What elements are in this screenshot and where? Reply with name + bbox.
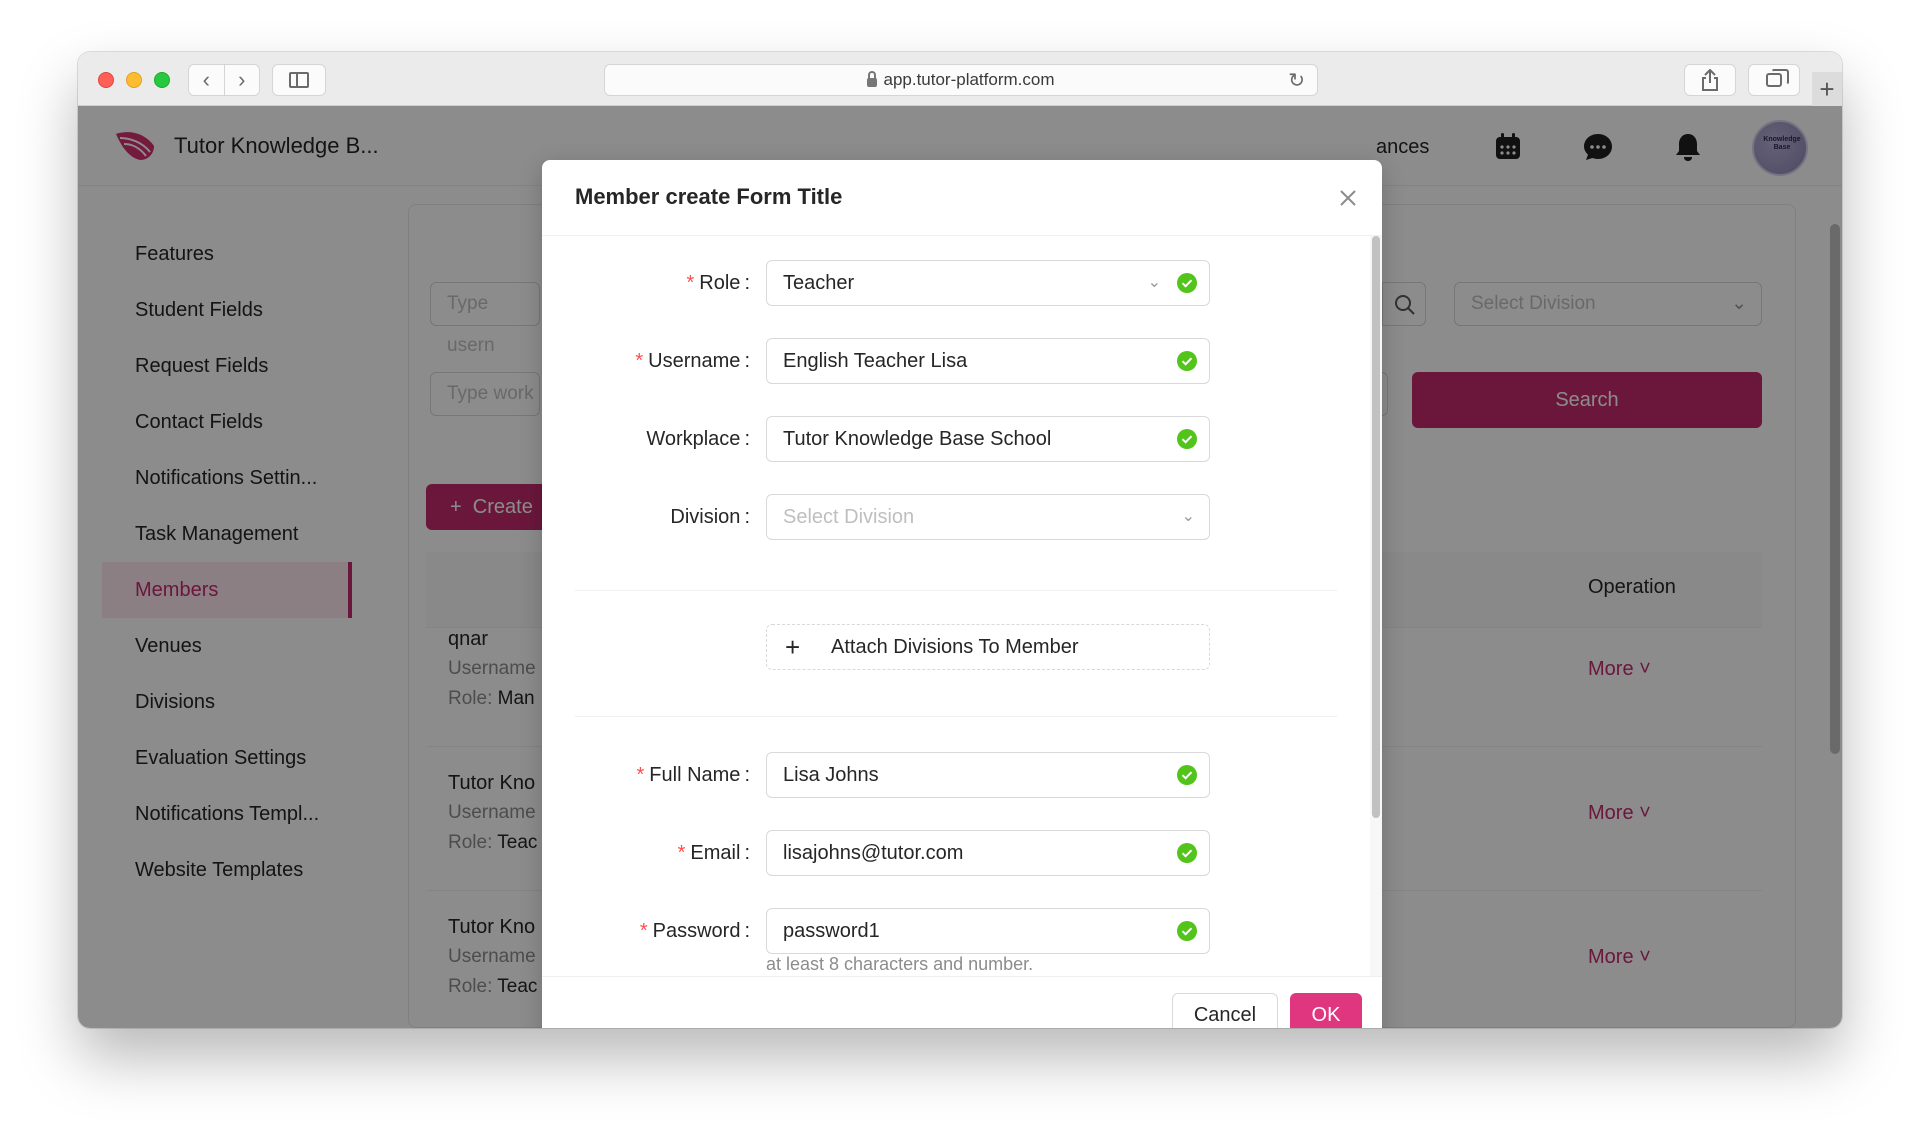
- email-label-text: Email: [690, 842, 741, 864]
- lock-icon: [867, 70, 878, 87]
- share-button[interactable]: [1684, 64, 1736, 96]
- history-nav: ‹ ›: [188, 64, 260, 96]
- browser-window: ‹ › app.tutor-platform.com ↻ + Tutor Kno…: [78, 52, 1842, 1028]
- cancel-button[interactable]: Cancel: [1172, 993, 1278, 1028]
- full-name-value: Lisa Johns: [783, 764, 879, 786]
- password-label-text: Password: [652, 920, 741, 942]
- full-name-label: * Full Name:: [636, 764, 751, 786]
- section-divider: [575, 716, 1337, 717]
- back-icon[interactable]: ‹: [189, 65, 225, 95]
- role-value: Teacher: [783, 272, 855, 294]
- username-label-text: Username: [648, 350, 741, 372]
- password-value: password1: [783, 920, 880, 942]
- modal-title: Member create Form Title: [575, 184, 843, 209]
- page-viewport: Tutor Knowledge B... ances Knowledge Bas…: [78, 106, 1842, 1028]
- email-field[interactable]: lisajohns@tutor.com: [766, 830, 1210, 876]
- address-bar[interactable]: app.tutor-platform.com ↻: [604, 64, 1318, 96]
- required-mark: *: [686, 272, 695, 294]
- check-circle-icon: [1177, 765, 1197, 785]
- check-circle-icon: [1177, 351, 1197, 371]
- password-input[interactable]: password1: [766, 908, 1210, 954]
- full-name-label-text: Full Name: [649, 764, 741, 786]
- share-icon: [1702, 69, 1718, 91]
- username-label: * Username:: [635, 350, 750, 372]
- sidebar-icon: [289, 72, 309, 88]
- url-text: app.tutor-platform.com: [883, 70, 1055, 89]
- workplace-input[interactable]: Tutor Knowledge Base School: [766, 416, 1210, 462]
- tabs-icon: [1766, 69, 1789, 87]
- role-row: * Role: Teacher ⌄: [542, 260, 1370, 306]
- role-label-text: Role: [699, 272, 741, 294]
- username-input[interactable]: English Teacher Lisa: [766, 338, 1210, 384]
- required-mark: *: [636, 764, 645, 786]
- full-name-input[interactable]: Lisa Johns: [766, 752, 1210, 798]
- workplace-label-text: Workplace: [646, 428, 741, 450]
- close-icon[interactable]: [1336, 186, 1360, 210]
- full-name-row: * Full Name: Lisa Johns: [542, 752, 1370, 798]
- chevron-down-icon: ⌄: [1181, 508, 1195, 525]
- modal-scrollbar[interactable]: [1370, 236, 1382, 976]
- workplace-label: Workplace:: [646, 428, 750, 450]
- password-row: * Password: password1: [542, 908, 1370, 954]
- division-label: Division:: [670, 506, 750, 528]
- password-label: * Password:: [639, 920, 750, 942]
- check-circle-icon: [1177, 429, 1197, 449]
- zoom-window-button[interactable]: [154, 72, 170, 88]
- check-circle-icon: [1177, 843, 1197, 863]
- username-row: * Username: English Teacher Lisa: [542, 338, 1370, 384]
- modal-header: Member create Form Title: [542, 160, 1382, 236]
- required-mark: *: [635, 350, 644, 372]
- workplace-value: Tutor Knowledge Base School: [783, 428, 1052, 450]
- modal-body: * Role: Teacher ⌄ * Username: English Teac…: [542, 236, 1370, 976]
- workplace-row: Workplace: Tutor Knowledge Base School: [542, 416, 1370, 462]
- chevron-down-icon: ⌄: [1147, 274, 1161, 291]
- member-create-modal: Member create Form Title * Role: Teacher …: [542, 160, 1382, 1028]
- attach-divisions-label: Attach Divisions To Member: [831, 636, 1079, 658]
- password-hint: at least 8 characters and number.: [766, 954, 1034, 974]
- section-divider: [575, 590, 1337, 591]
- reload-icon[interactable]: ↻: [1288, 68, 1305, 93]
- division-placeholder: Select Division: [783, 506, 915, 528]
- attach-divisions-button[interactable]: + Attach Divisions To Member: [766, 624, 1210, 670]
- new-tab-button[interactable]: +: [1812, 72, 1842, 106]
- check-circle-icon: [1177, 921, 1197, 941]
- check-circle-icon: [1177, 273, 1197, 293]
- required-mark: *: [677, 842, 686, 864]
- username-value: English Teacher Lisa: [783, 350, 968, 372]
- role-label: * Role:: [686, 272, 751, 294]
- modal-footer: Cancel OK: [542, 976, 1382, 1028]
- sidebar-toggle-button[interactable]: [272, 64, 326, 96]
- division-row: Division: Select Division ⌄: [542, 494, 1370, 540]
- minimize-window-button[interactable]: [126, 72, 142, 88]
- required-mark: *: [639, 920, 648, 942]
- tab-overview-button[interactable]: [1748, 64, 1800, 96]
- forward-icon[interactable]: ›: [225, 65, 260, 95]
- division-select[interactable]: Select Division ⌄: [766, 494, 1210, 540]
- close-window-button[interactable]: [98, 72, 114, 88]
- email-label: * Email:: [677, 842, 750, 864]
- plus-icon: +: [785, 632, 801, 662]
- ok-button[interactable]: OK: [1290, 993, 1362, 1028]
- email-row: * Email: lisajohns@tutor.com: [542, 830, 1370, 876]
- browser-titlebar: ‹ › app.tutor-platform.com ↻ +: [78, 52, 1842, 106]
- email-value: lisajohns@tutor.com: [783, 842, 964, 864]
- division-label-text: Division: [670, 506, 741, 528]
- modal-scrollbar-thumb[interactable]: [1372, 236, 1380, 818]
- role-select[interactable]: Teacher ⌄: [766, 260, 1210, 306]
